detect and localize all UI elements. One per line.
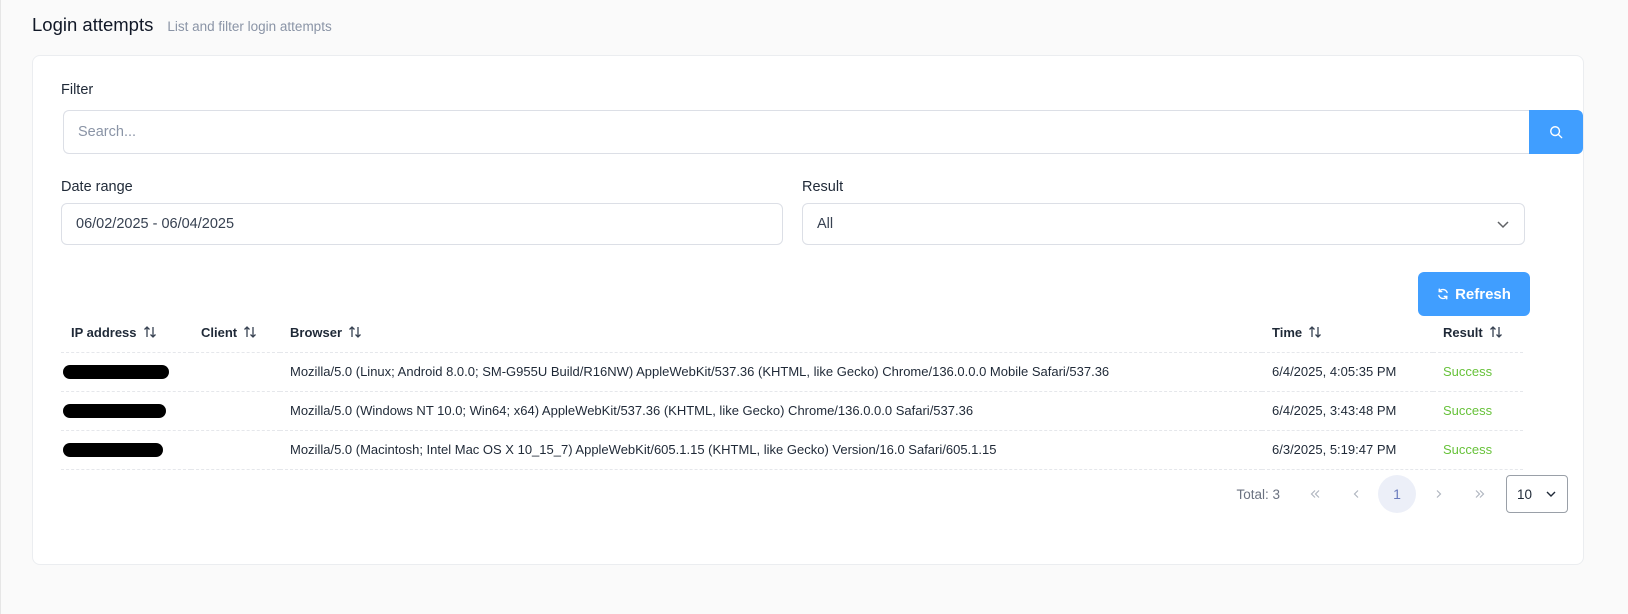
double-chevron-left-icon [1310,490,1319,498]
date-range-picker[interactable]: 06/02/2025 - 06/04/2025 [61,203,783,245]
refresh-label: Refresh [1455,285,1511,303]
result-cell: Success [1433,391,1523,431]
column-header-client[interactable]: Client [191,313,280,353]
login-attempts-page: Login attempts List and filter login att… [0,0,1628,614]
page-size-value: 10 [1517,486,1533,502]
browser-cell: Mozilla/5.0 (Linux; Android 8.0.0; SM-G9… [280,352,1262,392]
column-header-result[interactable]: Result [1433,313,1523,353]
browser-cell: Mozilla/5.0 (Macintosh; Intel Mac OS X 1… [280,430,1262,470]
column-header-browser[interactable]: Browser [280,313,1262,353]
sort-icon[interactable] [1308,325,1322,339]
sort-icon[interactable] [243,325,257,339]
column-header-time[interactable]: Time [1262,313,1433,353]
sort-icon[interactable] [348,325,362,339]
filter-label: Filter [61,82,94,98]
page-number-button[interactable]: 1 [1378,475,1416,513]
page-header: Login attempts List and filter login att… [32,14,332,36]
column-label: Browser [290,324,343,340]
client-cell [191,352,280,392]
column-header-ip[interactable]: IP address [61,313,191,353]
refresh-button[interactable]: Refresh [1418,272,1530,316]
page-title: Login attempts [32,14,154,35]
search-button[interactable] [1529,110,1583,154]
chevron-down-icon [1546,491,1556,497]
chevron-down-icon [1497,221,1509,229]
ip-cell [61,391,191,431]
result-select-value: All [817,216,834,232]
last-page-button[interactable] [1459,475,1500,513]
result-select[interactable]: All [802,203,1525,245]
table-header-row: IP address Client Browser Time Result [61,313,1523,353]
sort-icon[interactable] [1489,325,1503,339]
date-range-value: 06/02/2025 - 06/04/2025 [76,216,235,232]
column-label: Time [1272,324,1303,340]
page-size-select[interactable]: 10 [1506,475,1568,513]
total-count: Total: 3 [1236,486,1280,502]
next-page-button[interactable] [1418,475,1459,513]
page-subtitle: List and filter login attempts [167,19,332,34]
search-bar [63,110,1583,154]
column-label: Result [1443,324,1483,340]
ip-cell [61,352,191,392]
result-cell: Success [1433,430,1523,470]
column-label: Client [201,324,238,340]
result-filter-label: Result [802,179,844,195]
column-label: IP address [71,324,137,340]
refresh-icon [1438,288,1448,300]
table-row: Mozilla/5.0 (Windows NT 10.0; Win64; x64… [61,391,1523,431]
redacted-ip [63,443,163,458]
time-cell: 6/4/2025, 3:43:48 PM [1262,391,1433,431]
pagination: Total: 3 1 10 [1236,475,1568,513]
search-input[interactable] [63,110,1529,154]
date-range-label: Date range [61,179,133,195]
ip-cell [61,430,191,470]
browser-cell: Mozilla/5.0 (Windows NT 10.0; Win64; x64… [280,391,1262,431]
prev-page-button[interactable] [1335,475,1376,513]
redacted-ip [63,404,166,419]
search-icon [1550,126,1563,139]
chevron-right-icon [1436,490,1441,498]
client-cell [191,430,280,470]
filter-card: Filter Date range 06/02/2025 - 06/04/202… [32,55,1584,565]
redacted-ip [63,365,169,380]
client-cell [191,391,280,431]
time-cell: 6/4/2025, 4:05:35 PM [1262,352,1433,392]
result-cell: Success [1433,352,1523,392]
chevron-left-icon [1353,490,1358,498]
table-row: Mozilla/5.0 (Linux; Android 8.0.0; SM-G9… [61,352,1523,392]
table-row: Mozilla/5.0 (Macintosh; Intel Mac OS X 1… [61,430,1523,470]
first-page-button[interactable] [1294,475,1335,513]
login-attempts-table: IP address Client Browser Time Result Mo… [61,313,1523,470]
sort-icon[interactable] [143,325,157,339]
time-cell: 6/3/2025, 5:19:47 PM [1262,430,1433,470]
double-chevron-right-icon [1475,490,1484,498]
